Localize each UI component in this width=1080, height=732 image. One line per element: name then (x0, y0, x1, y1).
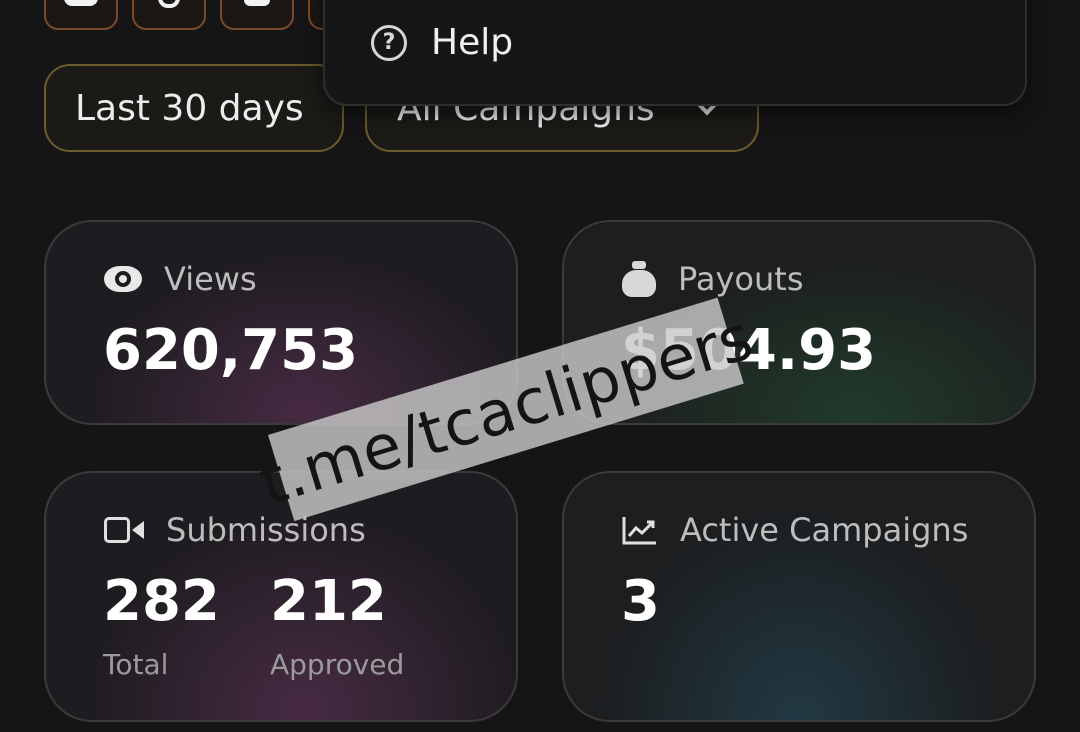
menu-item-help[interactable]: ? Help (371, 22, 513, 63)
submissions-card-header: Submissions (104, 511, 366, 549)
date-range-select[interactable]: Last 30 days (44, 64, 344, 152)
submissions-approved: 212 Approved (270, 569, 404, 681)
views-label: Views (164, 260, 257, 298)
money-bag-icon (622, 261, 656, 297)
active-campaigns-card-header: Active Campaigns (622, 511, 968, 549)
submissions-total-value: 282 (103, 569, 220, 634)
submissions-approved-label: Approved (270, 648, 405, 681)
payouts-card-header: Payouts (622, 260, 803, 298)
tiktok-icon (158, 0, 180, 8)
dropdown-menu: ? Help (323, 0, 1027, 106)
views-value: 620,753 (103, 318, 359, 383)
help-circle-icon: ? (371, 24, 407, 61)
eye-icon (104, 266, 142, 292)
active-campaigns-label: Active Campaigns (680, 511, 969, 549)
trending-up-icon (622, 517, 656, 545)
submissions-label: Submissions (166, 511, 366, 549)
payouts-label: Payouts (678, 260, 804, 298)
submissions-approved-value: 212 (270, 569, 387, 634)
active-campaigns-value: 3 (621, 569, 660, 634)
platform-filter-button-youtube[interactable] (220, 0, 294, 30)
platform-filter-button-tiktok[interactable] (132, 0, 206, 30)
platform-icon (64, 0, 98, 6)
youtube-icon (244, 0, 270, 6)
views-card-header: Views (104, 260, 257, 298)
menu-item-help-label: Help (431, 22, 514, 63)
video-camera-icon (104, 517, 144, 543)
platform-filter-button-1[interactable] (44, 0, 118, 30)
dashboard-page: Last 30 days All Campaigns ? Help Views … (0, 0, 1080, 732)
submissions-total: 282 Total (103, 569, 220, 681)
submissions-total-label: Total (103, 648, 169, 681)
active-campaigns-card: Active Campaigns 3 (562, 471, 1036, 722)
date-range-label: Last 30 days (75, 87, 304, 129)
